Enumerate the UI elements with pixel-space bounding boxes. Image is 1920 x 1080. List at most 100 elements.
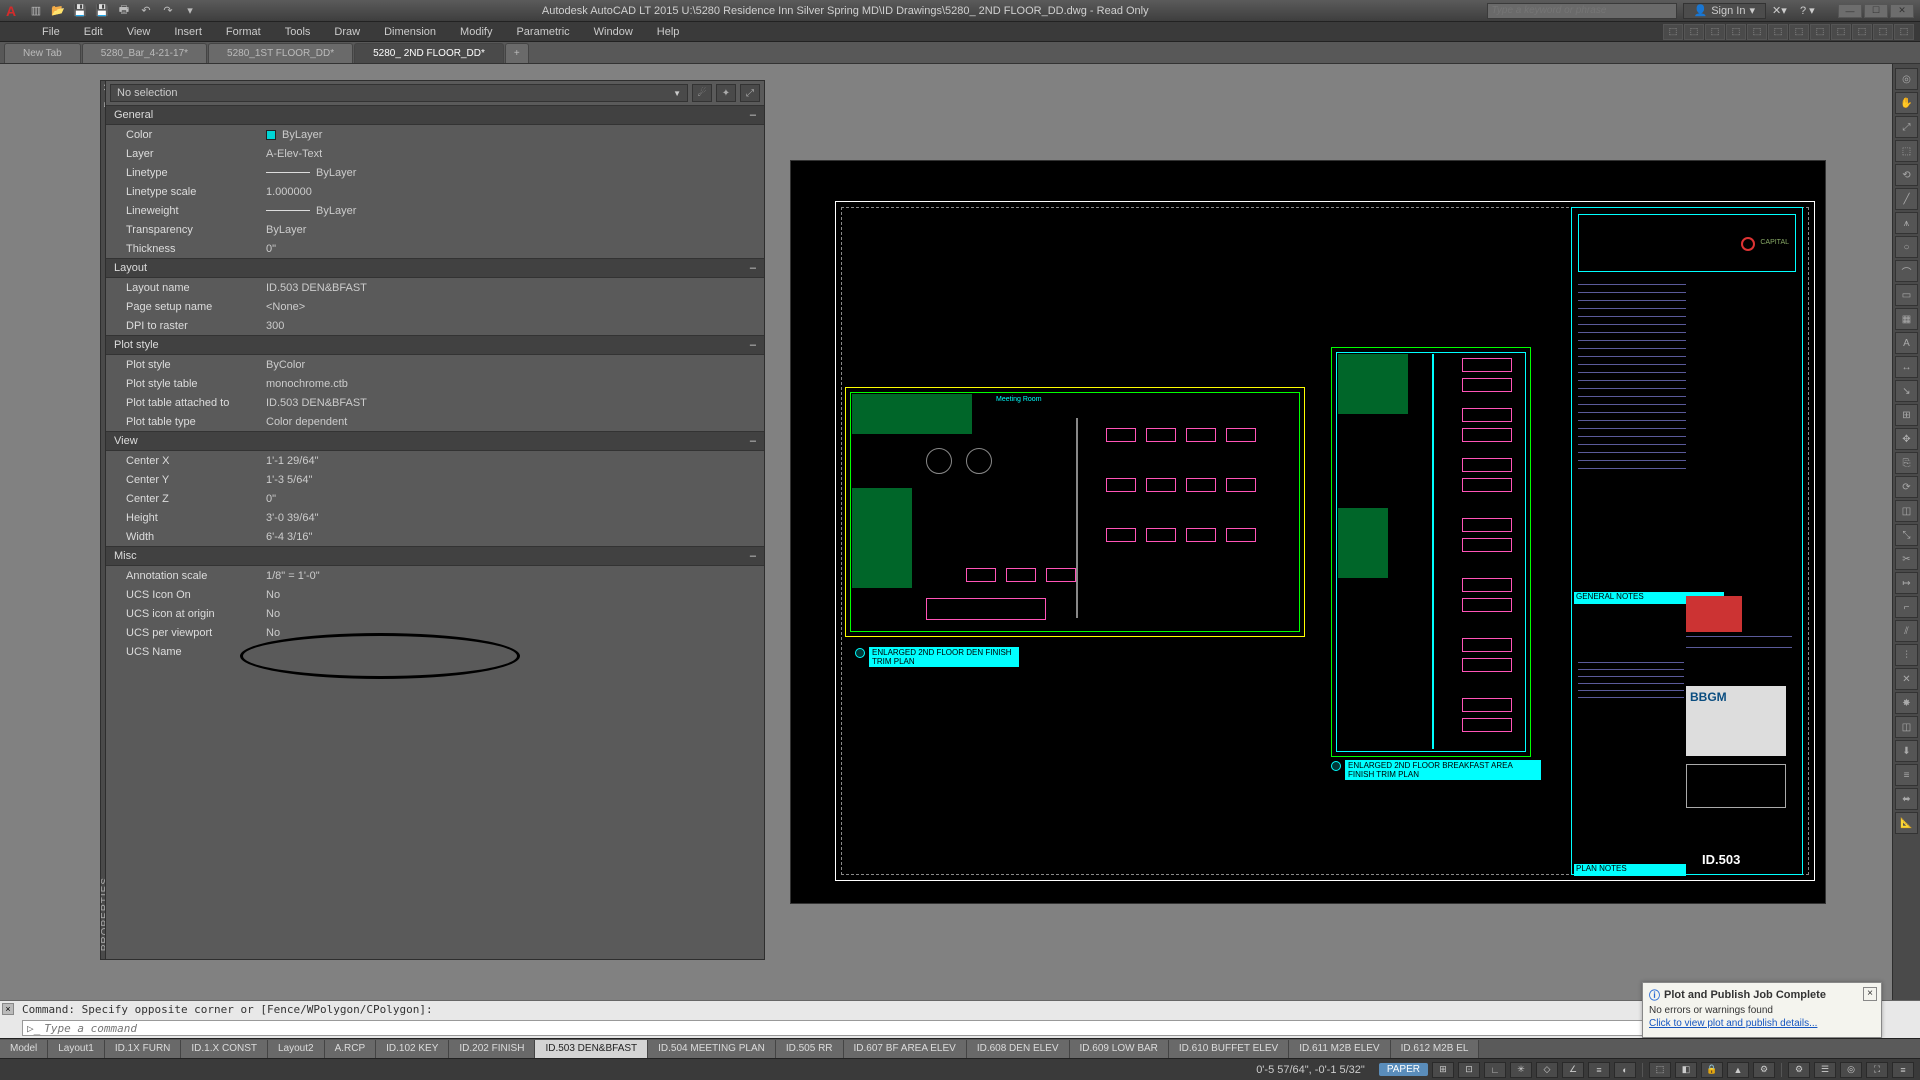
- property-value[interactable]: ID.503 DEN&BFAST: [266, 282, 764, 294]
- v3-icon[interactable]: ⬚: [1705, 24, 1725, 40]
- menu-insert[interactable]: Insert: [162, 26, 214, 38]
- text-icon[interactable]: A: [1895, 332, 1918, 354]
- property-value[interactable]: monochrome.ctb: [266, 378, 764, 390]
- property-row[interactable]: UCS Name: [106, 642, 764, 661]
- pan-icon[interactable]: ✋: [1895, 92, 1918, 114]
- property-value[interactable]: ByLayer: [266, 205, 764, 217]
- zoom-prev-icon[interactable]: ⟲: [1895, 164, 1918, 186]
- move-icon[interactable]: ✥: [1895, 428, 1918, 450]
- v10-icon[interactable]: ⬚: [1852, 24, 1872, 40]
- layout-tab[interactable]: ID.1X FURN: [105, 1040, 182, 1058]
- menu-tools[interactable]: Tools: [273, 26, 323, 38]
- layout-tab[interactable]: ID.504 MEETING PLAN: [648, 1040, 776, 1058]
- quick-select-icon[interactable]: ☄: [692, 84, 712, 102]
- block-icon[interactable]: ◫: [1895, 716, 1918, 738]
- file-tab-2[interactable]: 5280_1ST FLOOR_DD*: [208, 43, 353, 63]
- zoom-extents-icon[interactable]: ⤢: [1895, 116, 1918, 138]
- property-row[interactable]: UCS Icon OnNo: [106, 585, 764, 604]
- snap-toggle-icon[interactable]: ⊡: [1458, 1062, 1480, 1078]
- anno-auto-icon[interactable]: ⚙: [1753, 1062, 1775, 1078]
- v5-icon[interactable]: ⬚: [1747, 24, 1767, 40]
- signin-button[interactable]: 👤 Sign In ▾: [1683, 3, 1766, 19]
- select-objects-icon[interactable]: ✦: [716, 84, 736, 102]
- selection-combo[interactable]: No selection▼: [110, 84, 688, 102]
- anno-vis-icon[interactable]: ▲: [1727, 1062, 1749, 1078]
- notification-link[interactable]: Click to view plot and publish details..…: [1649, 1018, 1875, 1029]
- section-header-layout[interactable]: Layout–: [106, 258, 764, 278]
- zoom-window-icon[interactable]: ⬚: [1895, 140, 1918, 162]
- save-icon[interactable]: 💾: [70, 2, 90, 20]
- property-row[interactable]: UCS icon at originNo: [106, 604, 764, 623]
- trim-icon[interactable]: ✂: [1895, 548, 1918, 570]
- layout-tab[interactable]: ID.610 BUFFET ELEV: [1169, 1040, 1289, 1058]
- property-row[interactable]: TransparencyByLayer: [106, 220, 764, 239]
- leader-icon[interactable]: ↘: [1895, 380, 1918, 402]
- layout-tab[interactable]: ID.609 LOW BAR: [1070, 1040, 1169, 1058]
- file-tab-add[interactable]: +: [505, 43, 529, 63]
- v6-icon[interactable]: ⬚: [1768, 24, 1788, 40]
- osnap-toggle-icon[interactable]: ◇: [1536, 1062, 1558, 1078]
- customize-icon[interactable]: ≡: [1892, 1062, 1914, 1078]
- rotate-icon[interactable]: ⟳: [1895, 476, 1918, 498]
- saveas-icon[interactable]: 💾: [92, 2, 112, 20]
- otrack-toggle-icon[interactable]: ∠: [1562, 1062, 1584, 1078]
- lwt-toggle-icon[interactable]: ≡: [1588, 1062, 1610, 1078]
- menu-window[interactable]: Window: [582, 26, 645, 38]
- copy-icon[interactable]: ⎘: [1895, 452, 1918, 474]
- fillet-icon[interactable]: ⌐: [1895, 596, 1918, 618]
- layout-tab[interactable]: ID.1.X CONST: [181, 1040, 268, 1058]
- layout-tab[interactable]: ID.607 BF AREA ELEV: [844, 1040, 967, 1058]
- isolate-icon[interactable]: ◎: [1840, 1062, 1862, 1078]
- layout-tab[interactable]: ID.202 FINISH: [449, 1040, 535, 1058]
- property-row[interactable]: Center X1'-1 29/64": [106, 451, 764, 470]
- line-icon[interactable]: ╱: [1895, 188, 1918, 210]
- extend-icon[interactable]: ↦: [1895, 572, 1918, 594]
- property-row[interactable]: Layout nameID.503 DEN&BFAST: [106, 278, 764, 297]
- property-value[interactable]: ByColor: [266, 359, 764, 371]
- menu-dimension[interactable]: Dimension: [372, 26, 448, 38]
- layout-tab[interactable]: Model: [0, 1040, 48, 1058]
- property-row[interactable]: Plot table attached toID.503 DEN&BFAST: [106, 393, 764, 412]
- property-row[interactable]: LineweightByLayer: [106, 201, 764, 220]
- property-value[interactable]: Color dependent: [266, 416, 764, 428]
- property-row[interactable]: UCS per viewportNo: [106, 623, 764, 642]
- open-icon[interactable]: 📂: [48, 2, 68, 20]
- match-icon[interactable]: ⬌: [1895, 788, 1918, 810]
- circle-icon[interactable]: ○: [1895, 236, 1918, 258]
- v9-icon[interactable]: ⬚: [1831, 24, 1851, 40]
- property-value[interactable]: No: [266, 627, 764, 639]
- menu-help[interactable]: Help: [645, 26, 692, 38]
- property-row[interactable]: Plot style tablemonochrome.ctb: [106, 374, 764, 393]
- property-value[interactable]: 0": [266, 493, 764, 505]
- new-icon[interactable]: ▥: [26, 2, 46, 20]
- nav-wheel-icon[interactable]: ◎: [1895, 68, 1918, 90]
- layout-tab[interactable]: ID.102 KEY: [376, 1040, 449, 1058]
- layout-tab[interactable]: ID.608 DEN ELEV: [967, 1040, 1070, 1058]
- property-value[interactable]: ID.503 DEN&BFAST: [266, 397, 764, 409]
- property-value[interactable]: 300: [266, 320, 764, 332]
- v12-icon[interactable]: ⬚: [1894, 24, 1914, 40]
- redo-icon[interactable]: ↷: [158, 2, 178, 20]
- polar-toggle-icon[interactable]: ✳: [1510, 1062, 1532, 1078]
- close-button[interactable]: ✕: [1890, 4, 1914, 18]
- property-row[interactable]: Width6'-4 3/16": [106, 527, 764, 546]
- property-row[interactable]: Center Y1'-3 5/64": [106, 470, 764, 489]
- layer-icon[interactable]: ≡: [1895, 764, 1918, 786]
- erase-icon[interactable]: ✕: [1895, 668, 1918, 690]
- menu-view[interactable]: View: [115, 26, 163, 38]
- layout-tab[interactable]: A.RCP: [325, 1040, 377, 1058]
- menu-modify[interactable]: Modify: [448, 26, 504, 38]
- app-icon[interactable]: A: [0, 0, 22, 22]
- property-row[interactable]: Thickness0": [106, 239, 764, 258]
- rect-icon[interactable]: ▭: [1895, 284, 1918, 306]
- property-row[interactable]: ColorByLayer: [106, 125, 764, 144]
- property-row[interactable]: Height3'-0 39/64": [106, 508, 764, 527]
- section-header-misc[interactable]: Misc–: [106, 546, 764, 566]
- workspace-icon[interactable]: ⚙: [1788, 1062, 1810, 1078]
- vcube-icon[interactable]: ⬚: [1663, 24, 1683, 40]
- help-icon[interactable]: ? ▾: [1800, 4, 1822, 17]
- qat-more-icon[interactable]: ▾: [180, 2, 200, 20]
- section-header-general[interactable]: General–: [106, 105, 764, 125]
- menu-draw[interactable]: Draw: [322, 26, 372, 38]
- property-value[interactable]: 3'-0 39/64": [266, 512, 764, 524]
